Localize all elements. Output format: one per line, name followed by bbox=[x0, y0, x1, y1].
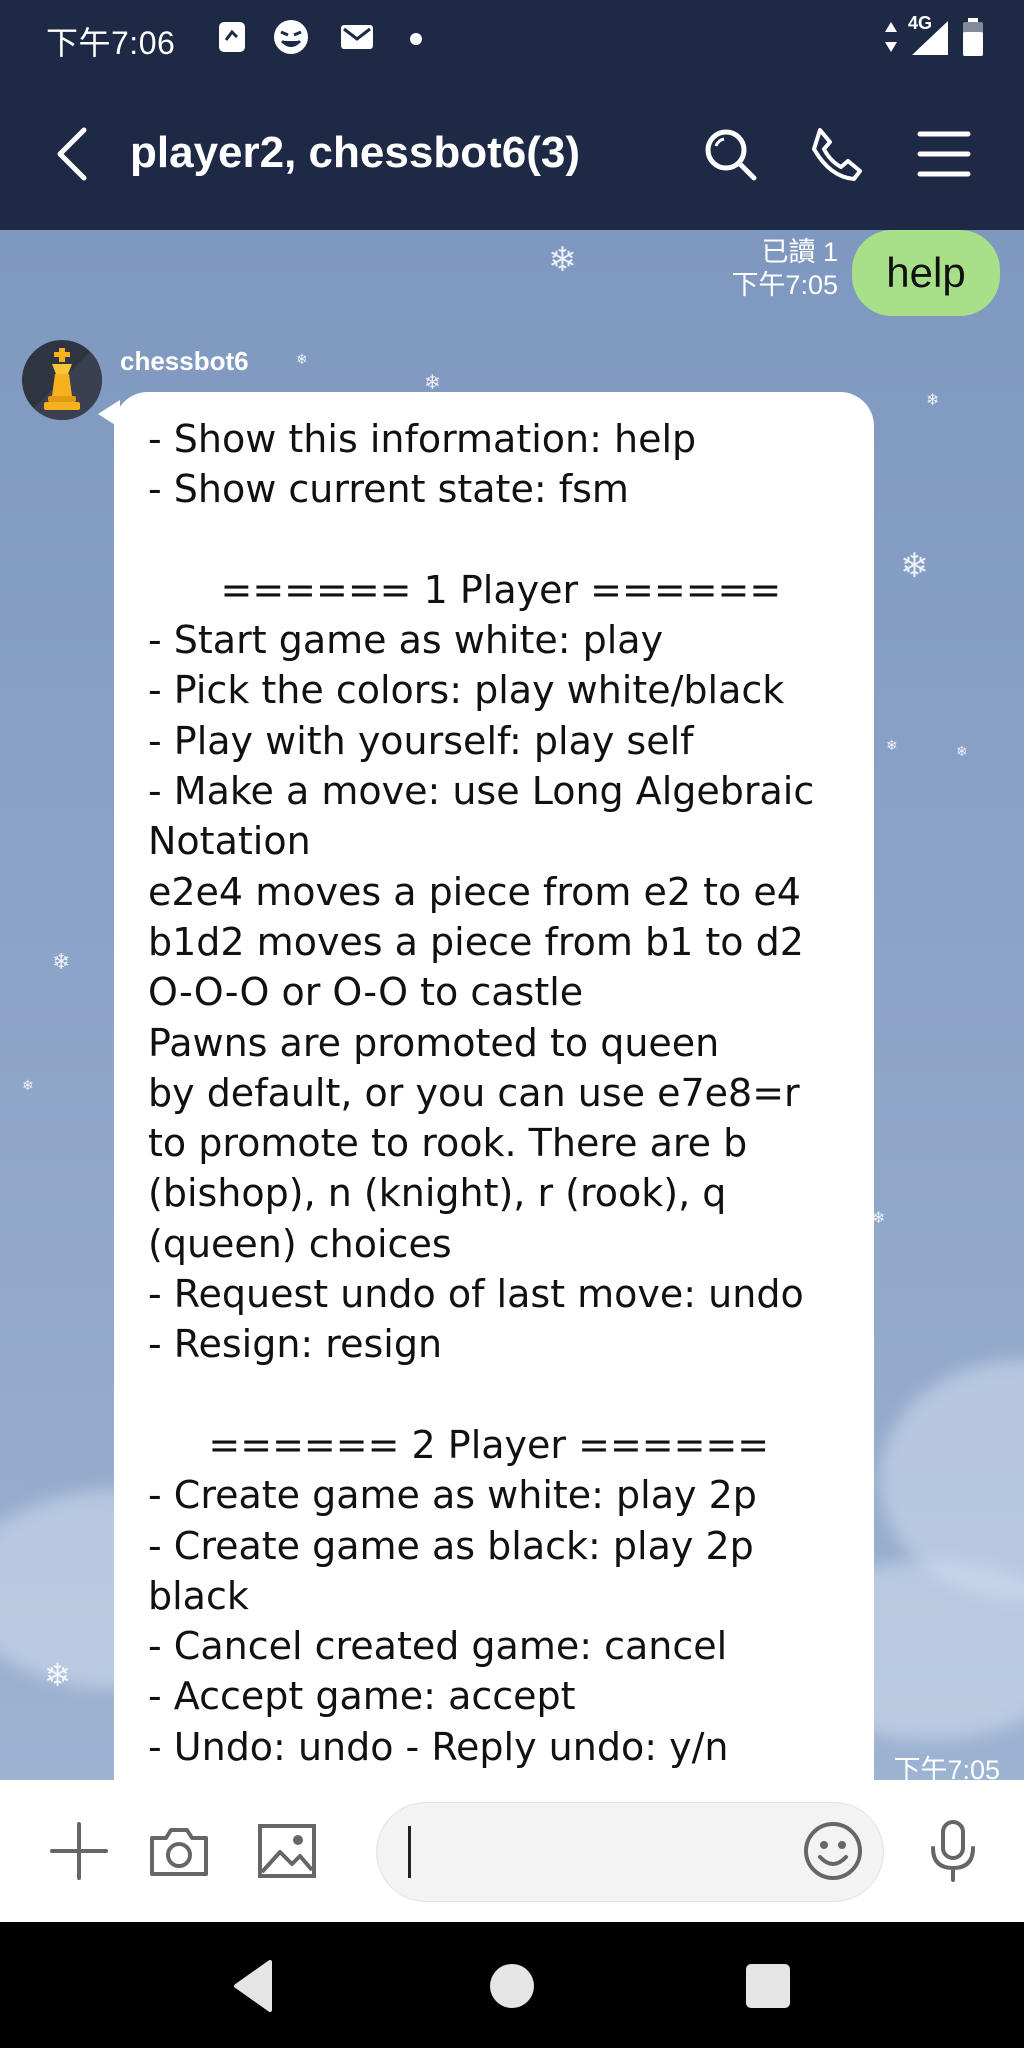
incoming-time: 下午7:05 bbox=[893, 1755, 1000, 1780]
snowflake-icon: ❄ bbox=[926, 390, 940, 409]
back-triangle-icon[interactable] bbox=[222, 1954, 286, 2018]
signal-icon bbox=[912, 21, 948, 55]
emoji-icon[interactable] bbox=[798, 1816, 868, 1886]
notes-icon bbox=[219, 22, 245, 52]
avatar[interactable] bbox=[22, 340, 102, 420]
system-nav-bar bbox=[0, 1922, 1024, 2048]
ghost-face-icon bbox=[274, 20, 308, 54]
snowflake-icon: ❄ bbox=[956, 744, 968, 760]
signal-group: 4G bbox=[908, 13, 952, 57]
plus-icon[interactable] bbox=[44, 1816, 114, 1886]
search-icon[interactable] bbox=[700, 124, 760, 184]
data-arrows-icon bbox=[885, 22, 897, 52]
snowflake-icon: ❄ bbox=[548, 240, 577, 280]
microphone-icon[interactable] bbox=[918, 1816, 988, 1886]
status-right-group: 4G bbox=[884, 13, 984, 58]
chess-king-icon bbox=[22, 340, 102, 420]
chat-title[interactable]: player2, chessbot6(3) bbox=[130, 128, 580, 178]
phone-icon[interactable] bbox=[806, 124, 866, 184]
incoming-message-bubble[interactable]: - Show this information: help - Show cur… bbox=[114, 392, 874, 1780]
image-icon[interactable] bbox=[252, 1816, 322, 1886]
status-time: 下午7:06 bbox=[46, 25, 176, 61]
battery-icon bbox=[963, 18, 983, 56]
recents-square-icon[interactable] bbox=[736, 1954, 800, 2018]
snowflake-icon: ❄ bbox=[44, 1656, 71, 1694]
snowflake-icon: ❄ bbox=[872, 1208, 886, 1227]
chat-header: player2, chessbot6(3) bbox=[0, 76, 1024, 230]
text-cursor bbox=[408, 1826, 411, 1878]
sender-name: chessbot6 bbox=[120, 346, 249, 376]
snowflake-icon: ❄ bbox=[886, 738, 898, 754]
read-info: 已讀 1 下午7:05 bbox=[731, 236, 838, 302]
outgoing-message-text: help bbox=[886, 249, 966, 296]
snowflake-icon: ❄ bbox=[52, 950, 71, 975]
chat-area[interactable]: ❄ ❄ ❄ ❄ ❄ ❄ ❄ ❄ ❄ ❄ ❄ 已讀 1 下午7:05 help c… bbox=[0, 230, 1024, 1780]
read-status: 已讀 1 bbox=[761, 237, 838, 267]
outgoing-message-bubble[interactable]: help bbox=[852, 230, 1000, 316]
outgoing-time: 下午7:05 bbox=[731, 270, 838, 300]
snowflake-icon: ❄ bbox=[900, 546, 929, 586]
camera-icon[interactable] bbox=[144, 1816, 214, 1886]
status-bar: 下午7:06 4G bbox=[0, 0, 1024, 76]
incoming-message-text: - Show this information: help - Show cur… bbox=[148, 417, 815, 1769]
input-bar bbox=[0, 1780, 1024, 1922]
back-arrow-icon[interactable] bbox=[50, 124, 98, 184]
mail-icon bbox=[341, 25, 373, 49]
menu-icon[interactable] bbox=[914, 124, 974, 184]
snowflake-icon: ❄ bbox=[424, 370, 441, 394]
dot-icon bbox=[410, 33, 422, 45]
home-circle-icon[interactable] bbox=[480, 1954, 544, 2018]
snowflake-icon: ❄ bbox=[296, 352, 308, 368]
snowflake-icon: ❄ bbox=[22, 1078, 34, 1094]
